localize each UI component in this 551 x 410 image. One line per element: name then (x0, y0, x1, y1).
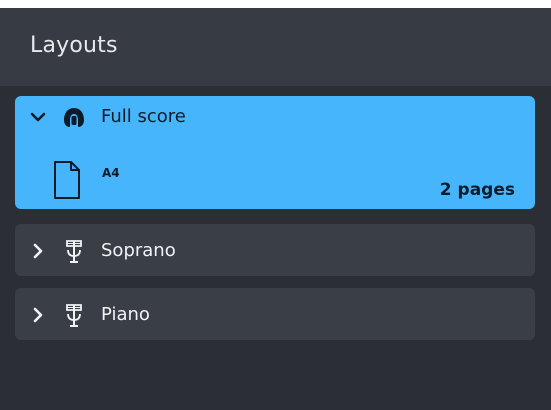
layout-row-piano[interactable]: Piano (15, 294, 535, 334)
layout-row-soprano[interactable]: Soprano (15, 230, 535, 270)
page-size: A4 (102, 166, 120, 180)
full-score-icon (64, 108, 84, 127)
page-info-row: A4 2 pages (15, 160, 535, 212)
page-icon (54, 161, 80, 199)
part-layout-icon (66, 240, 82, 263)
layout-name: Soprano (101, 240, 176, 261)
chevron-down-icon[interactable] (29, 108, 47, 126)
layout-row-full-score[interactable]: Full score (15, 96, 535, 136)
chevron-right-icon[interactable] (29, 306, 47, 324)
chevron-right-icon[interactable] (29, 242, 47, 260)
layouts-panel: Layouts Full score A4 2 pages Soprano Pi… (0, 8, 551, 410)
panel-title: Layouts (30, 33, 118, 58)
layout-name: Full score (101, 106, 186, 127)
page-count: 2 pages (439, 180, 515, 200)
part-layout-icon (66, 304, 82, 327)
layout-item-piano[interactable]: Piano (15, 288, 535, 340)
layout-name: Piano (101, 304, 150, 325)
panel-header: Layouts (0, 8, 551, 86)
layout-item-soprano[interactable]: Soprano (15, 224, 535, 276)
layout-item-full-score[interactable]: Full score A4 2 pages (15, 96, 535, 209)
